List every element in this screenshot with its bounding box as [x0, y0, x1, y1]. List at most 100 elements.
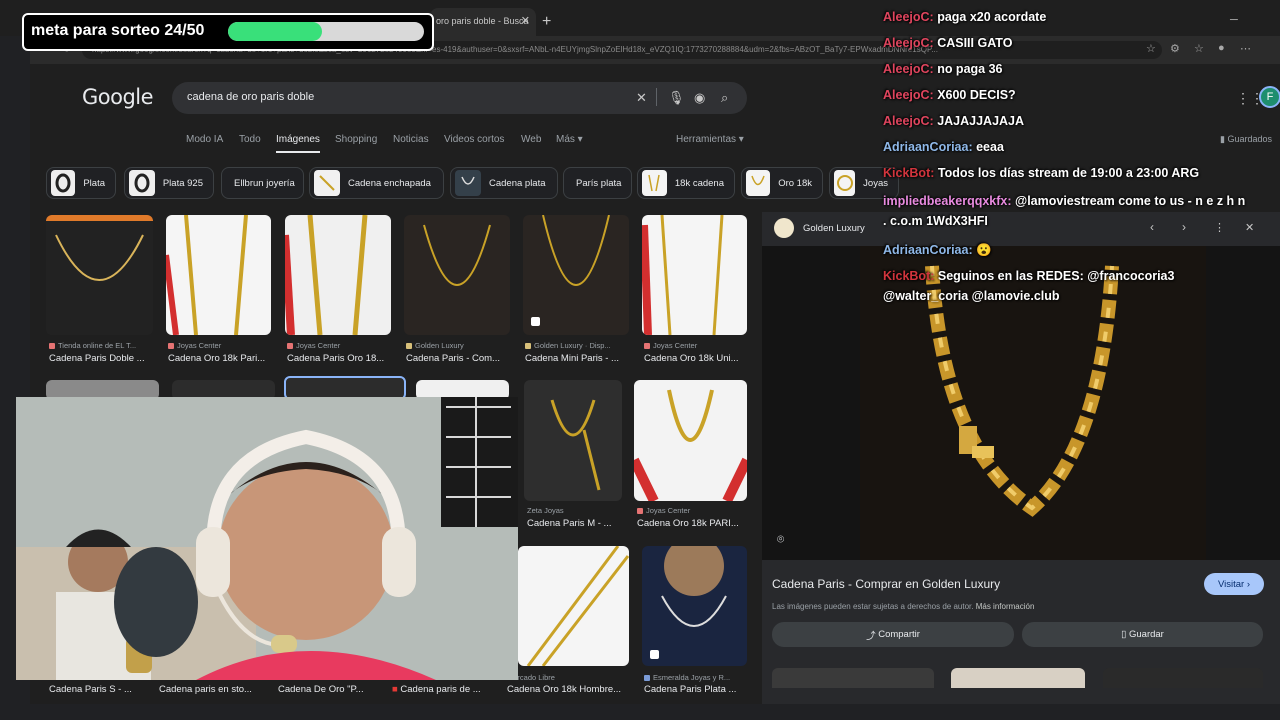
result-caption[interactable]: Cadena Paris Plata ...: [644, 684, 736, 695]
new-tab-icon[interactable]: +: [542, 13, 551, 31]
save-button[interactable]: ▯ Guardar: [1022, 622, 1263, 647]
result-image[interactable]: [285, 215, 391, 335]
result-source-text: Golden Luxury: [415, 341, 464, 350]
result-caption[interactable]: Cadena Paris - Com...: [406, 353, 500, 364]
result-source[interactable]: Joyas Center: [287, 341, 340, 350]
tab-todo[interactable]: Todo: [239, 134, 261, 145]
chip-cadena-plata[interactable]: Cadena plata: [450, 167, 558, 199]
favicon-icon: [49, 343, 55, 349]
chip-cadena-enchapada[interactable]: Cadena enchapada: [309, 167, 444, 199]
share-button[interactable]: ⤴ Compartir: [772, 622, 1014, 647]
tools-button[interactable]: Herramientas ▾: [676, 134, 744, 145]
result-caption[interactable]: Cadena Oro 18k Pari...: [168, 353, 265, 364]
chip-label: Cadena enchapada: [348, 177, 431, 189]
more-info-link[interactable]: Más información: [976, 602, 1035, 611]
tab-shopping[interactable]: Shopping: [335, 134, 377, 145]
visit-button[interactable]: Visitar ›: [1204, 573, 1264, 595]
result-caption[interactable]: Cadena Oro 18k Hombre...: [507, 684, 621, 695]
result-source[interactable]: Joyas Center: [644, 341, 697, 350]
result-caption[interactable]: Cadena Paris M - ...: [527, 518, 611, 529]
tab-web[interactable]: Web: [521, 134, 541, 145]
result-caption[interactable]: Cadena Paris Doble ...: [49, 353, 145, 364]
goal-text: meta para sorteo 24/50: [31, 22, 205, 39]
mic-icon[interactable]: 🎙: [668, 90, 685, 106]
chip-oro-18k[interactable]: Oro 18k: [741, 167, 823, 199]
chip-plata[interactable]: Plata: [46, 167, 116, 199]
result-caption[interactable]: ■ Cadena paris de ...: [392, 684, 481, 695]
favicon-icon: [168, 343, 174, 349]
result-image[interactable]: [642, 215, 747, 335]
chat-text: CASIII GATO: [937, 36, 1013, 50]
result-caption[interactable]: Cadena Oro 18k PARI...: [637, 518, 739, 529]
result-image[interactable]: [46, 215, 153, 335]
divider: [656, 88, 657, 106]
tab-modo-ia[interactable]: Modo IA: [186, 134, 223, 145]
search-icon[interactable]: ⌕: [721, 90, 728, 106]
chip-paris-plata[interactable]: París plata: [563, 167, 632, 199]
chip-label: Cadena plata: [489, 177, 546, 189]
chat-text: X600 DECIS?: [937, 88, 1016, 102]
browser-tab[interactable]: oro paris doble - Busca ✕: [430, 8, 536, 36]
tab-title: oro paris doble - Busca: [436, 16, 529, 26]
search-query[interactable]: cadena de oro paris doble: [187, 91, 314, 103]
result-image[interactable]: [523, 215, 629, 335]
favicon-icon: [287, 343, 293, 349]
lens-search-icon[interactable]: ⌾: [777, 532, 784, 547]
result-source[interactable]: Golden Luxury: [406, 341, 464, 350]
preview-site-name[interactable]: Golden Luxury: [803, 223, 865, 234]
result-source-text: Joyas Center: [177, 341, 222, 350]
result-caption-text: Cadena paris de ...: [400, 684, 481, 695]
result-source[interactable]: Esmeralda Joyas y R...: [644, 673, 730, 682]
tab-mas[interactable]: Más ▾: [556, 134, 583, 145]
result-image[interactable]: [166, 215, 271, 335]
lens-icon[interactable]: ◉: [694, 90, 705, 106]
goal-progress-bar: [228, 22, 424, 41]
tab-imagenes[interactable]: Imágenes: [276, 134, 320, 145]
related-image[interactable]: [1103, 668, 1263, 688]
result-caption[interactable]: Cadena paris en sto...: [159, 684, 252, 695]
result-image[interactable]: [404, 215, 510, 335]
google-logo[interactable]: Google: [82, 85, 154, 109]
chat-username: impliedbeakerqqxkfx:: [883, 194, 1012, 208]
result-source[interactable]: Golden Luxury · Disp...: [525, 341, 611, 350]
chat-message: . c.o.m 1WdX3HFI: [883, 208, 988, 234]
share-label: Compartir: [878, 629, 920, 640]
result-caption[interactable]: Cadena Mini Paris - ...: [525, 353, 619, 364]
chat-text: Seguinos en las REDES: @francocoria3: [937, 269, 1175, 283]
clear-icon[interactable]: ✕: [636, 90, 647, 106]
chip-label: 18k cadena: [674, 177, 724, 189]
chat-text: Todos los días stream de 19:00 a 23:00 A…: [937, 166, 1200, 180]
result-source[interactable]: Joyas Center: [637, 506, 690, 515]
related-image[interactable]: [951, 668, 1085, 688]
favicon-icon: [525, 343, 531, 349]
tab-close-icon[interactable]: ✕: [521, 14, 530, 27]
related-image[interactable]: [772, 668, 934, 688]
chat-username: AdriaanCoriaa:: [883, 243, 973, 257]
chip-thumb: [642, 170, 667, 196]
chip-label: Plata 925: [162, 177, 203, 189]
result-image[interactable]: [642, 546, 747, 666]
stream-chat: AleejoC: paga x20 acordate AleejoC: CASII…: [883, 0, 1280, 320]
result-image[interactable]: [518, 546, 629, 666]
chip-18k-cadena[interactable]: 18k cadena: [637, 167, 735, 199]
result-image[interactable]: [524, 380, 622, 501]
tab-noticias[interactable]: Noticias: [393, 134, 429, 145]
chip-plata-925[interactable]: Plata 925: [124, 167, 214, 199]
result-source[interactable]: Zeta Joyas: [527, 506, 564, 515]
chat-username: AleejoC:: [883, 10, 934, 24]
tab-videos-cortos[interactable]: Videos cortos: [444, 134, 504, 145]
chat-text: paga x20 acordate: [937, 10, 1047, 24]
chat-text: . c.o.m 1WdX3HFI: [883, 214, 988, 228]
chat-text: 😮: [976, 243, 992, 257]
preview-title[interactable]: Cadena Paris - Comprar en Golden Luxury: [772, 577, 1000, 591]
result-caption[interactable]: Cadena De Oro "P...: [278, 684, 364, 695]
copyright-note: Las imágenes pueden estar sujetas a dere…: [772, 602, 1034, 611]
result-caption[interactable]: Cadena Oro 18k Uni...: [644, 353, 739, 364]
result-image[interactable]: [634, 380, 747, 501]
chip-ellbrun[interactable]: Ellbrun joyería: [221, 167, 304, 199]
result-source[interactable]: Tienda online de EL T...: [49, 341, 136, 350]
result-caption[interactable]: Cadena Paris S - ...: [49, 684, 132, 695]
result-caption[interactable]: Cadena Paris Oro 18...: [287, 353, 384, 364]
result-source[interactable]: Joyas Center: [168, 341, 221, 350]
chat-message: AdriaanCoriaa: 😮: [883, 237, 992, 263]
